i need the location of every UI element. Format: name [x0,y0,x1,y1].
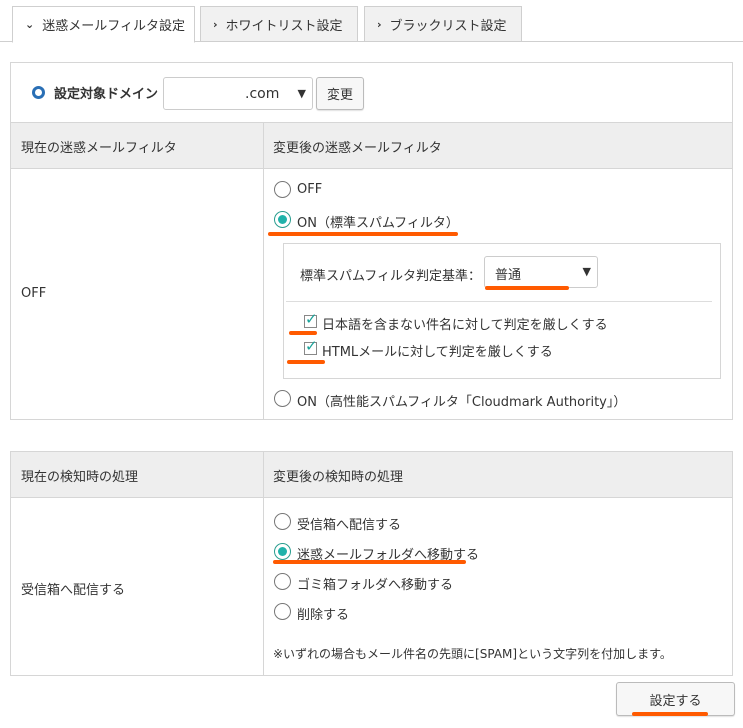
spam-filter-panel: 設定対象ドメイン .com ▼ 変更 現在の迷惑メールフィルタ 変更後の迷惑メー… [10,62,733,420]
domain-select-value: .com [245,86,280,102]
change-domain-button[interactable]: 変更 [316,77,364,110]
col-new-action: 変更後の検知時の処理 [273,470,404,485]
check-icon: ✓ [305,337,318,355]
domain-label: 設定対象ドメイン [54,87,159,102]
radio-action-delete[interactable] [274,603,291,620]
radio-label: ON（標準スパムフィルタ） [297,216,459,231]
tab-whitelist[interactable]: › ホワイトリスト設定 [200,6,358,42]
radio-label: 受信箱へ配信する [297,518,402,533]
column-divider [263,498,264,676]
highlight-underline [632,712,708,716]
radio-action-spam-folder[interactable] [274,543,291,560]
tab-label: ブラックリスト設定 [389,18,507,34]
checkbox-strict-html[interactable]: ✓ [304,337,318,355]
criteria-select-value: 普通 [495,268,522,283]
radio-label: ON（高性能スパムフィルタ「Cloudmark Authority」） [297,395,627,410]
radio-action-inbox[interactable] [274,513,291,530]
current-filter-value: OFF [21,286,47,301]
highlight-underline [485,286,569,290]
col-new-filter: 変更後の迷惑メールフィルタ [273,141,442,156]
check-icon: ✓ [305,310,318,328]
col-current-filter: 現在の迷惑メールフィルタ [21,141,177,156]
radio-filter-cloudmark[interactable] [274,390,291,407]
chevron-right-icon: › [213,17,218,31]
domain-row: 設定対象ドメイン .com ▼ 変更 [11,63,732,123]
chevron-down-icon: ⌄ [25,18,35,31]
tab-label: 迷惑メールフィルタ設定 [42,19,185,34]
radio-filter-standard[interactable] [274,211,291,228]
spam-tag-note: ※いずれの場合もメール件名の先頭に[SPAM]という文字列を付加します。 [273,647,672,661]
criteria-select[interactable]: 普通 ▼ [484,256,598,288]
standard-filter-options: 標準スパムフィルタ判定基準： 普通 ▼ ✓ 日本語を含まない件名に対して判定を厳… [283,243,721,379]
tab-spam-filter[interactable]: ⌄ 迷惑メールフィルタ設定 [12,6,195,43]
chevron-right-icon: › [377,17,382,31]
criteria-label: 標準スパムフィルタ判定基準： [300,269,481,284]
tab-bar: ⌄ 迷惑メールフィルタ設定 › ホワイトリスト設定 › ブラックリスト設定 [0,0,743,43]
column-divider [263,123,264,169]
tab-label: ホワイトリスト設定 [225,18,343,34]
highlight-underline [287,360,325,364]
highlight-underline [273,560,466,564]
checkbox-label: 日本語を含まない件名に対して判定を厳しくする [322,318,608,333]
highlight-underline [268,232,458,236]
checkbox-strict-non-japanese[interactable]: ✓ [304,310,318,328]
radio-label: OFF [297,182,323,197]
checkbox-label: HTMLメールに対して判定を厳しくする [322,345,553,360]
chevron-down-icon: ▼ [297,87,306,100]
column-divider [263,169,264,420]
radio-label: ゴミ箱フォルダへ移動する [297,578,454,593]
save-button[interactable]: 設定する [616,682,735,716]
column-divider [263,452,264,498]
domain-select[interactable]: .com ▼ [163,77,313,110]
tab-blacklist[interactable]: › ブラックリスト設定 [364,6,522,42]
radio-action-trash[interactable] [274,573,291,590]
filter-table-header: 現在の迷惑メールフィルタ 変更後の迷惑メールフィルタ [11,123,732,169]
chevron-down-icon: ▼ [582,265,591,278]
highlight-underline [289,331,317,335]
divider [286,301,712,302]
col-current-action: 現在の検知時の処理 [21,470,139,485]
current-action-value: 受信箱へ配信する [21,583,126,598]
radio-label: 削除する [297,608,350,623]
radio-filter-off[interactable] [274,181,291,198]
action-table-header: 現在の検知時の処理 変更後の検知時の処理 [11,452,732,498]
bullet-icon [32,86,45,99]
